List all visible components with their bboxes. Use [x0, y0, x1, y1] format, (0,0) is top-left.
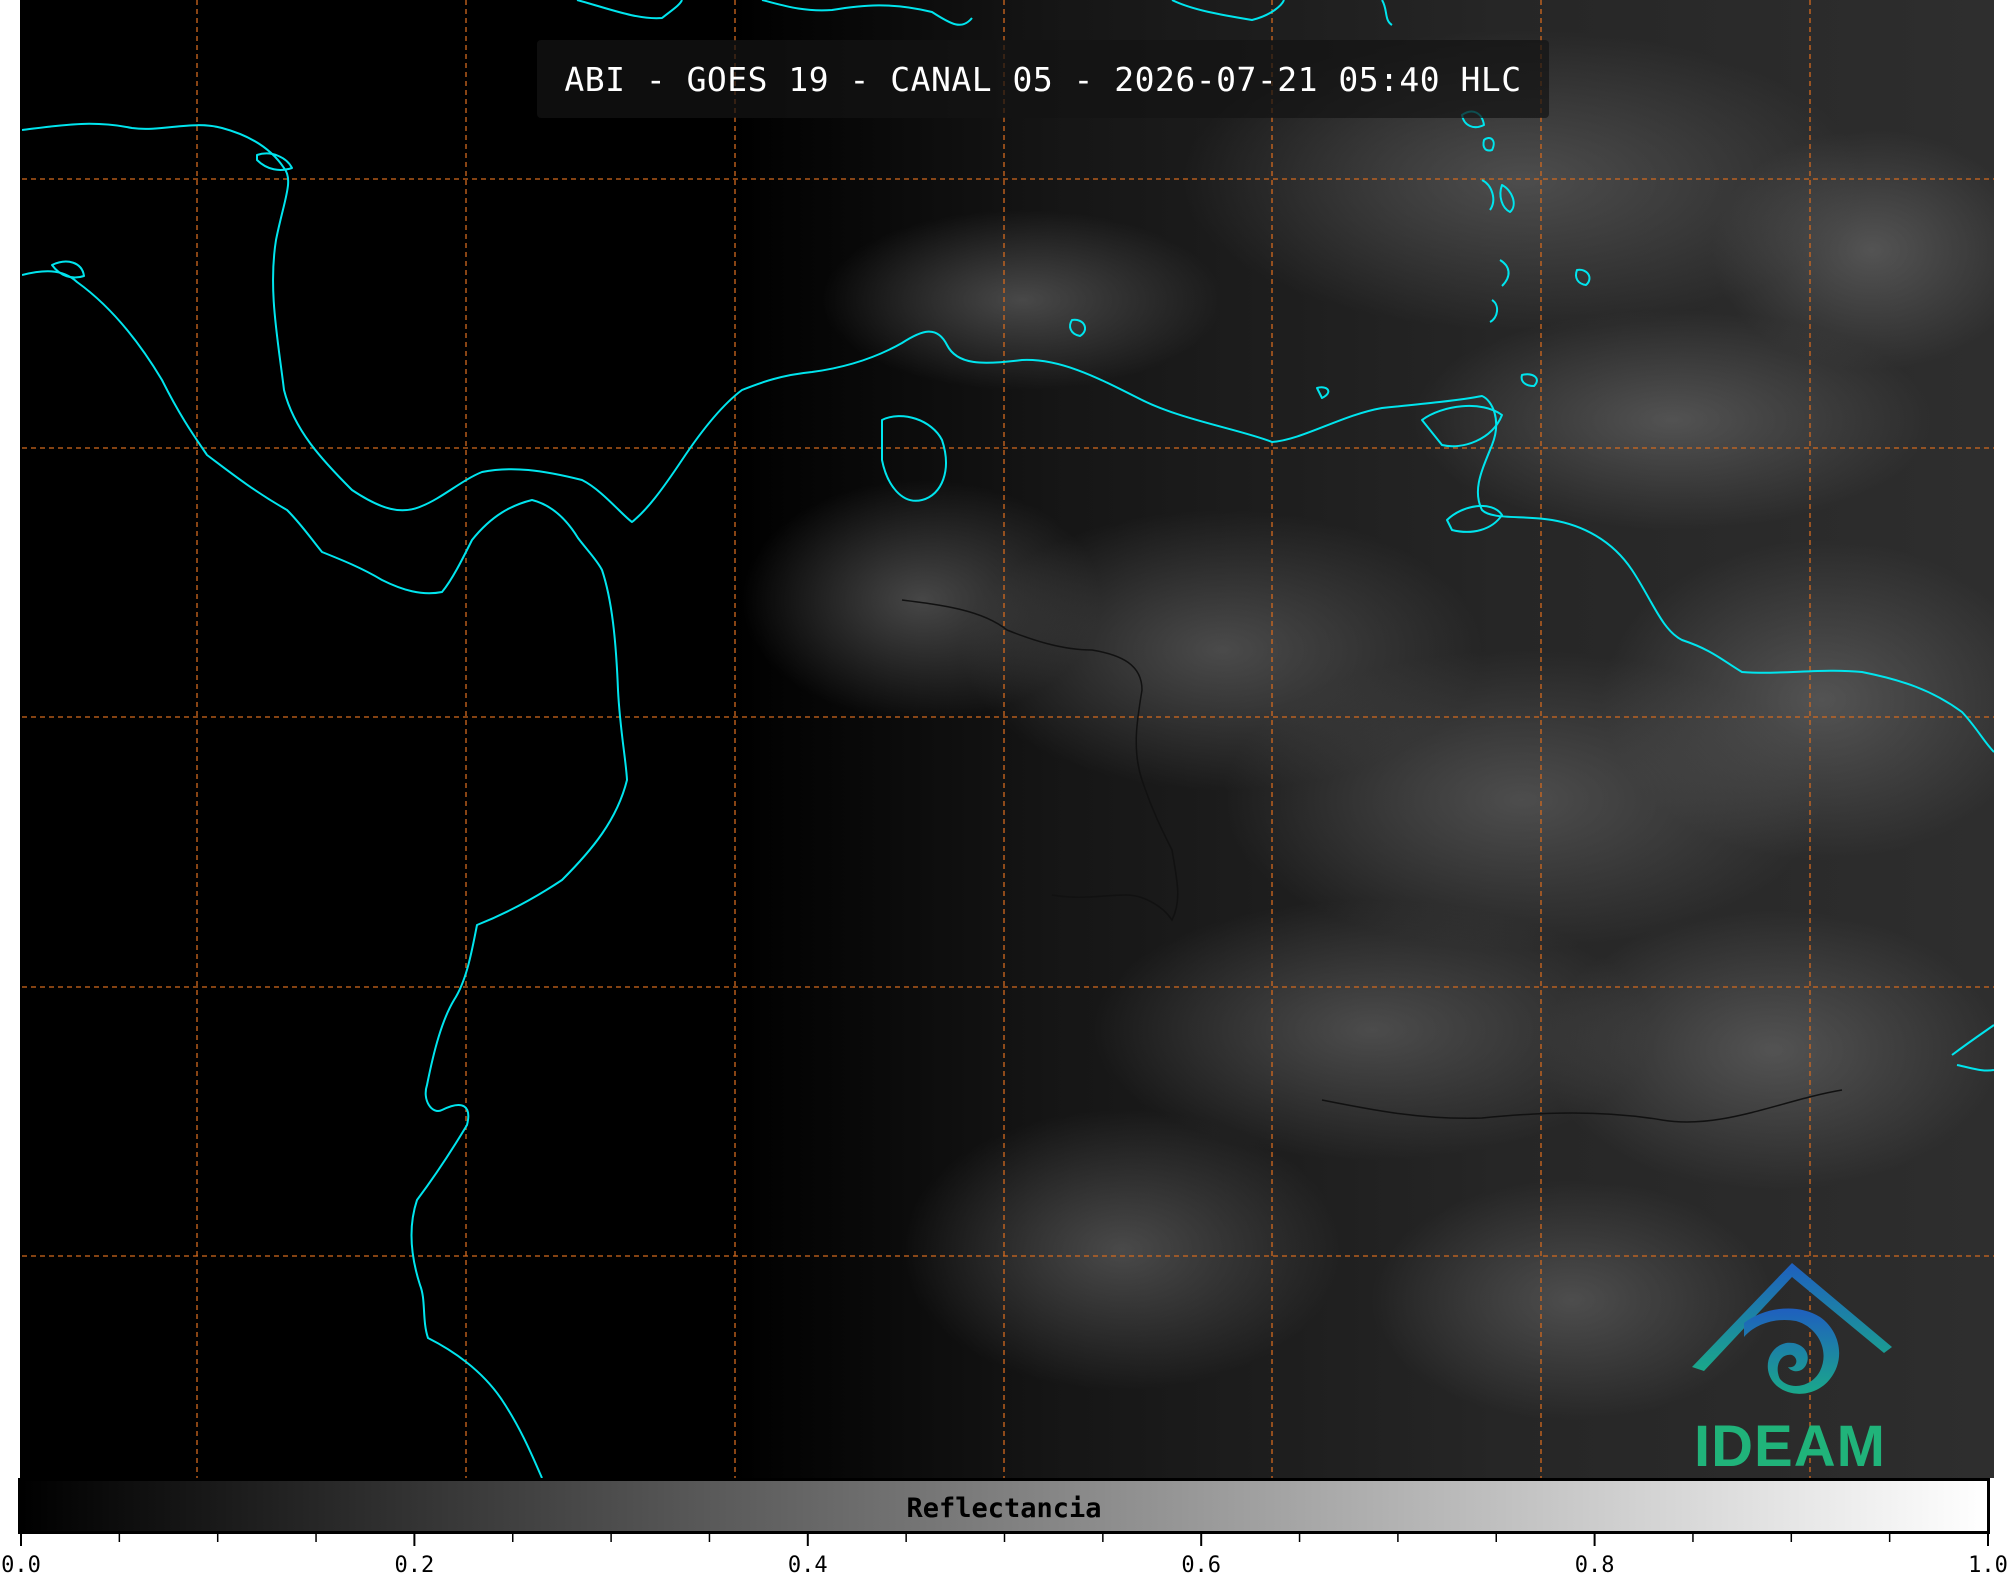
ideam-logo: IDEAM [1670, 1255, 1910, 1478]
colorbar: Reflectancia [18, 1478, 1990, 1534]
map-title: ABI - GOES 19 - CANAL 05 - 2026-07-21 05… [564, 59, 1522, 99]
colorbar-label: Reflectancia [906, 1493, 1102, 1524]
colorbar-tick-label: 0.2 [394, 1553, 435, 1578]
colorbar-tick-label: 0.4 [787, 1553, 828, 1578]
colorbar-tick-label: 0.8 [1574, 1553, 1615, 1578]
title-box: ABI - GOES 19 - CANAL 05 - 2026-07-21 05… [537, 40, 1549, 118]
satellite-image-panel[interactable]: ABI - GOES 19 - CANAL 05 - 2026-07-21 05… [20, 0, 1994, 1478]
colorbar-tick-label: 0.0 [1, 1553, 41, 1578]
ideam-logo-icon [1692, 1263, 1892, 1394]
logo-text: IDEAM [1694, 1414, 1886, 1478]
colorbar-tick-label: 0.6 [1181, 1553, 1222, 1578]
colorbar-ticks [20, 1534, 1989, 1546]
colorbar-tick-label: 1.0 [1968, 1553, 2008, 1578]
